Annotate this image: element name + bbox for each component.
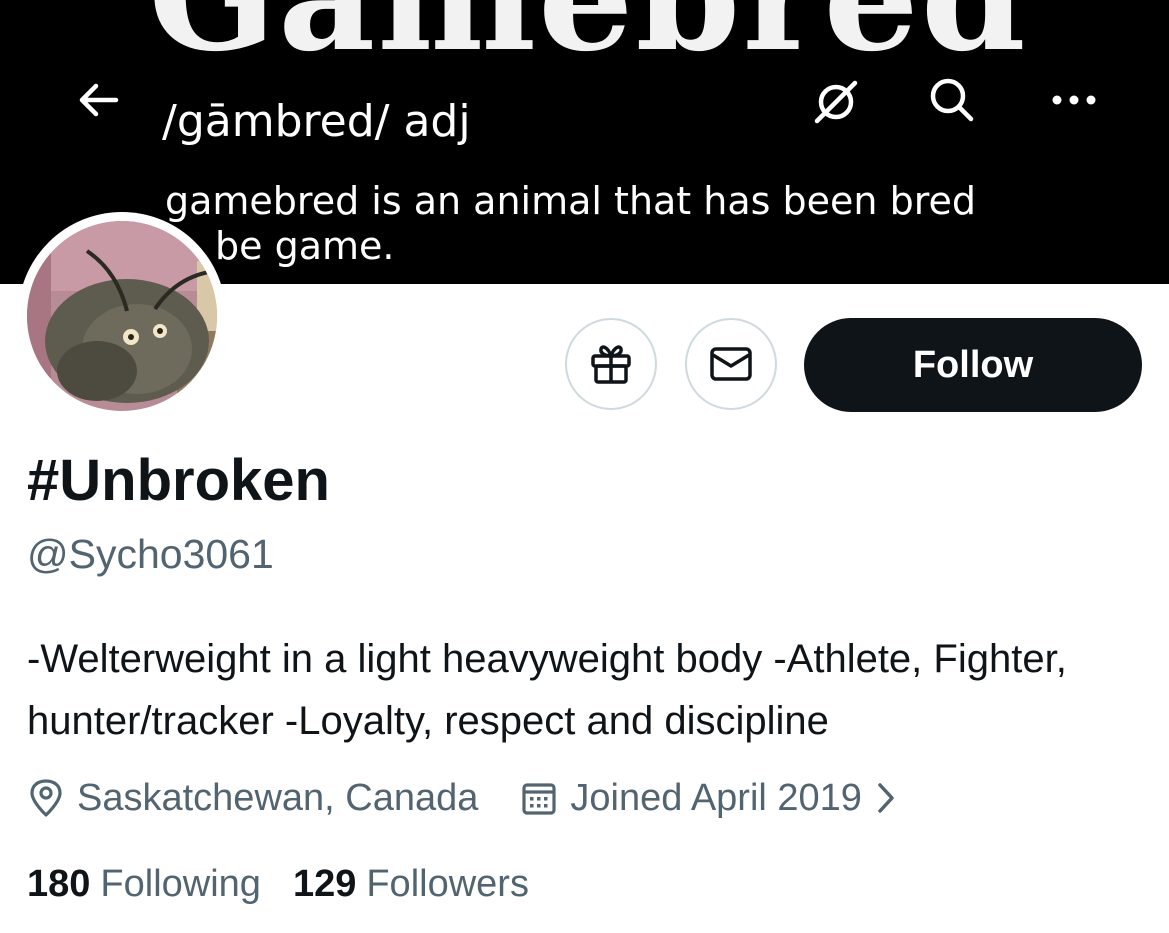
profile-bio: -Welterweight in a light heavyweight bod…	[27, 637, 1067, 743]
followers-link[interactable]: 129 Followers	[293, 863, 529, 906]
eye-slash-icon	[814, 80, 858, 124]
joined-item[interactable]: Joined April 2019	[520, 777, 908, 820]
chevron-right-icon	[878, 783, 894, 813]
display-name: #Unbroken	[27, 448, 330, 513]
ellipsis-icon	[1052, 95, 1096, 105]
following-label: Following	[100, 862, 261, 905]
search-icon	[930, 78, 974, 122]
location-item: Saskatchewan, Canada	[27, 777, 478, 820]
arrow-left-icon	[79, 83, 119, 117]
envelope-icon	[710, 347, 752, 381]
hide-button[interactable]	[806, 74, 866, 130]
avatar[interactable]	[18, 212, 226, 420]
more-options-button[interactable]	[1044, 76, 1104, 124]
following-count: 180	[27, 862, 91, 905]
following-link[interactable]: 180 Following	[27, 863, 261, 906]
joined-text: Joined April 2019	[570, 776, 862, 819]
banner-gothic-text: Gamebred	[148, 0, 1028, 72]
message-button[interactable]	[685, 318, 777, 410]
location-text: Saskatchewan, Canada	[77, 776, 479, 819]
back-button[interactable]	[70, 76, 126, 124]
location-pin-icon	[30, 779, 62, 817]
profile-handle: @Sycho3061	[27, 531, 274, 577]
followers-count: 129	[292, 862, 357, 905]
profile-meta: Saskatchewan, Canada Joined April 2019	[27, 772, 908, 824]
banner-definition-line-2: be game.	[215, 224, 395, 268]
banner-definition-line-1: gamebred is an animal that has been bred	[165, 179, 976, 223]
followers-label: Followers	[366, 862, 529, 905]
calendar-icon	[522, 783, 556, 815]
profile-stats: 180 Following 129 Followers	[27, 858, 529, 910]
follow-button[interactable]: Follow	[804, 318, 1142, 412]
search-button[interactable]	[922, 72, 982, 128]
gift-button[interactable]	[565, 318, 657, 410]
banner-phonetic: /gāmbred/ adj	[162, 96, 471, 147]
gift-icon	[591, 345, 631, 384]
avatar-image	[27, 221, 217, 411]
